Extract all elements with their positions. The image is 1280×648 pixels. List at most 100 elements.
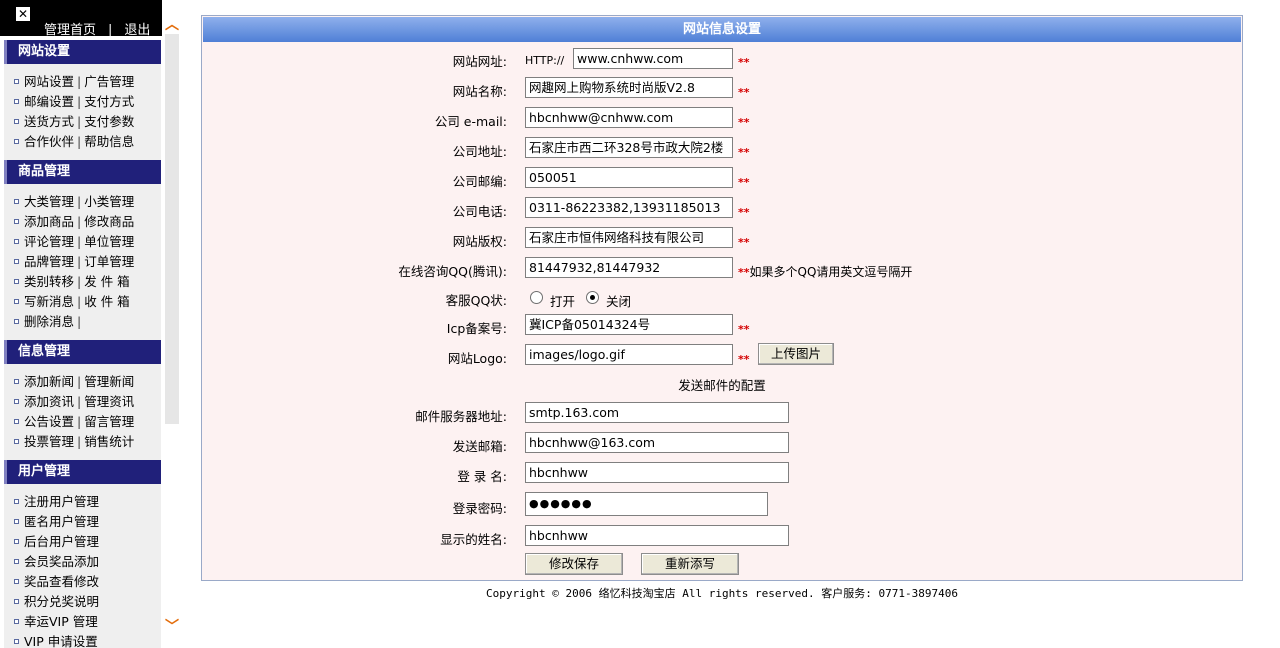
smtp-server-input[interactable]: smtp.163.com xyxy=(525,402,789,423)
sidebar-item[interactable]: 发 件 箱 xyxy=(84,274,129,289)
sidebar-item[interactable]: 管理新闻 xyxy=(84,374,134,389)
sidebar-item[interactable]: 订单管理 xyxy=(84,254,134,269)
sidebar-menu-row: 合作伙伴 | 帮助信息 xyxy=(14,132,134,152)
site-copyright-label: 网站版权: xyxy=(452,234,507,249)
sidebar-item[interactable]: 添加资讯 xyxy=(24,394,74,409)
separator: | xyxy=(77,294,82,309)
sidebar-item[interactable]: 类别转移 xyxy=(24,274,74,289)
sidebar-section-header[interactable]: 信息管理 xyxy=(4,340,161,364)
login-name-input[interactable]: hbcnhww xyxy=(525,462,789,483)
separator: | xyxy=(77,414,82,429)
sidebar-item[interactable]: 注册用户管理 xyxy=(24,494,99,509)
site-copyright-input[interactable]: 石家庄市恒伟网络科技有限公司 xyxy=(525,227,733,248)
smtp-server-label: 邮件服务器地址: xyxy=(415,409,507,424)
separator: | xyxy=(108,23,113,38)
separator: | xyxy=(77,254,82,269)
site-url-input[interactable]: www.cnhww.com xyxy=(573,48,733,69)
sidebar-item[interactable]: 广告管理 xyxy=(84,74,134,89)
online-qq-label: 在线咨询QQ(腾讯): xyxy=(398,264,507,279)
separator: | xyxy=(77,434,82,449)
sidebar-item[interactable]: 网站设置 xyxy=(24,74,74,89)
separator: | xyxy=(77,74,82,89)
sidebar-item[interactable]: 匿名用户管理 xyxy=(24,514,99,529)
chevron-up-icon[interactable]: ︿ xyxy=(164,14,180,33)
logout-link[interactable]: 退出 xyxy=(124,23,150,38)
sidebar-item[interactable]: 品牌管理 xyxy=(24,254,74,269)
sidebar-section-header[interactable]: 商品管理 xyxy=(4,160,161,184)
home-link[interactable]: 管理首页 xyxy=(44,23,96,38)
kf-open-radio[interactable] xyxy=(530,291,543,304)
bullet-icon xyxy=(14,539,19,544)
scrollbar-track[interactable] xyxy=(165,34,179,424)
bullet-icon xyxy=(14,79,19,84)
sidebar-menu-row: 积分兑奖说明 xyxy=(14,592,99,612)
sidebar-item[interactable]: 大类管理 xyxy=(24,194,74,209)
company-phone-input[interactable]: 0311-86223382,13931185013 xyxy=(525,197,733,218)
sidebar-item[interactable]: 合作伙伴 xyxy=(24,134,74,149)
company-zip-input[interactable]: 050051 xyxy=(525,167,733,188)
separator: | xyxy=(77,114,82,129)
sidebar-item[interactable]: 收 件 箱 xyxy=(84,294,129,309)
bullet-icon xyxy=(14,619,19,624)
sidebar-menu-row: 添加商品 | 修改商品 xyxy=(14,212,134,232)
sidebar-item[interactable]: 幸运VIP 管理 xyxy=(24,614,98,629)
company-email-input[interactable]: hbcnhww@cnhww.com xyxy=(525,107,733,128)
company-phone-label: 公司电话: xyxy=(452,204,507,219)
separator: | xyxy=(77,394,82,409)
sidebar-item[interactable]: 单位管理 xyxy=(84,234,134,249)
sidebar-section-header[interactable]: 网站设置 xyxy=(4,40,161,64)
separator: | xyxy=(77,314,82,329)
required-mark: ** xyxy=(738,146,750,159)
sidebar-item[interactable]: 支付方式 xyxy=(84,94,134,109)
login-name-label: 登 录 名: xyxy=(457,469,507,484)
sidebar-item[interactable]: 积分兑奖说明 xyxy=(24,594,99,609)
sidebar-item[interactable]: 修改商品 xyxy=(84,214,134,229)
sidebar-item[interactable]: 添加新闻 xyxy=(24,374,74,389)
sidebar-item[interactable]: 支付参数 xyxy=(84,114,134,129)
sidebar-item[interactable]: 评论管理 xyxy=(24,234,74,249)
chevron-down-icon[interactable]: ﹀ xyxy=(164,616,180,635)
sidebar-item[interactable]: 小类管理 xyxy=(84,194,134,209)
bullet-icon xyxy=(14,139,19,144)
login-password-input[interactable]: ●●●●●● xyxy=(525,492,768,516)
online-qq-input[interactable]: 81447932,81447932 xyxy=(525,257,733,278)
sidebar-item[interactable]: 帮助信息 xyxy=(84,134,134,149)
site-logo-input[interactable]: images/logo.gif xyxy=(525,344,733,365)
sidebar-item[interactable]: 后台用户管理 xyxy=(24,534,99,549)
sidebar-item[interactable]: 送货方式 xyxy=(24,114,74,129)
sidebar-item[interactable]: 销售统计 xyxy=(84,434,134,449)
display-name-input[interactable]: hbcnhww xyxy=(525,525,789,546)
bullet-icon xyxy=(14,199,19,204)
save-button[interactable]: 修改保存 xyxy=(525,553,623,575)
sidebar-item[interactable]: 邮编设置 xyxy=(24,94,74,109)
bullet-icon xyxy=(14,499,19,504)
reset-button[interactable]: 重新添写 xyxy=(641,553,739,575)
kf-close-radio[interactable] xyxy=(586,291,599,304)
sidebar-item[interactable]: 删除消息 xyxy=(24,314,74,329)
sidebar-top-bar: ✕ 管理首页 | 退出 xyxy=(0,0,162,38)
site-settings-panel: 网站信息设置 网站网址: HTTP:// www.cnhww.com ** 网站… xyxy=(201,15,1243,581)
site-name-label: 网站名称: xyxy=(452,84,507,99)
sidebar-item[interactable]: 奖品查看修改 xyxy=(24,574,99,589)
sidebar-item[interactable]: 写新消息 xyxy=(24,294,74,309)
sidebar-item[interactable]: VIP 申请设置 xyxy=(24,634,98,648)
sidebar-item[interactable]: 管理资讯 xyxy=(84,394,134,409)
sidebar-section-header[interactable]: 用户管理 xyxy=(4,460,161,484)
sidebar-item[interactable]: 会员奖品添加 xyxy=(24,554,99,569)
sidebar-menu-row: 会员奖品添加 xyxy=(14,552,99,572)
separator: | xyxy=(77,94,82,109)
sidebar-item[interactable]: 添加商品 xyxy=(24,214,74,229)
sidebar-item[interactable]: 公告设置 xyxy=(24,414,74,429)
sidebar-menu-row: VIP 申请设置 xyxy=(14,632,98,648)
sidebar-item[interactable]: 投票管理 xyxy=(24,434,74,449)
sender-email-input[interactable]: hbcnhww@163.com xyxy=(525,432,789,453)
upload-image-button[interactable]: 上传图片 xyxy=(758,343,834,365)
site-name-input[interactable]: 网趣网上购物系统时尚版V2.8 xyxy=(525,77,733,98)
bullet-icon xyxy=(14,219,19,224)
sidebar-item[interactable]: 留言管理 xyxy=(84,414,134,429)
icp-input[interactable]: 冀ICP备05014324号 xyxy=(525,314,733,335)
bullet-icon xyxy=(14,579,19,584)
close-icon[interactable]: ✕ xyxy=(16,7,30,21)
sidebar-menu-row: 奖品查看修改 xyxy=(14,572,99,592)
company-address-input[interactable]: 石家庄市西二环328号市政大院2楼 xyxy=(525,137,733,158)
